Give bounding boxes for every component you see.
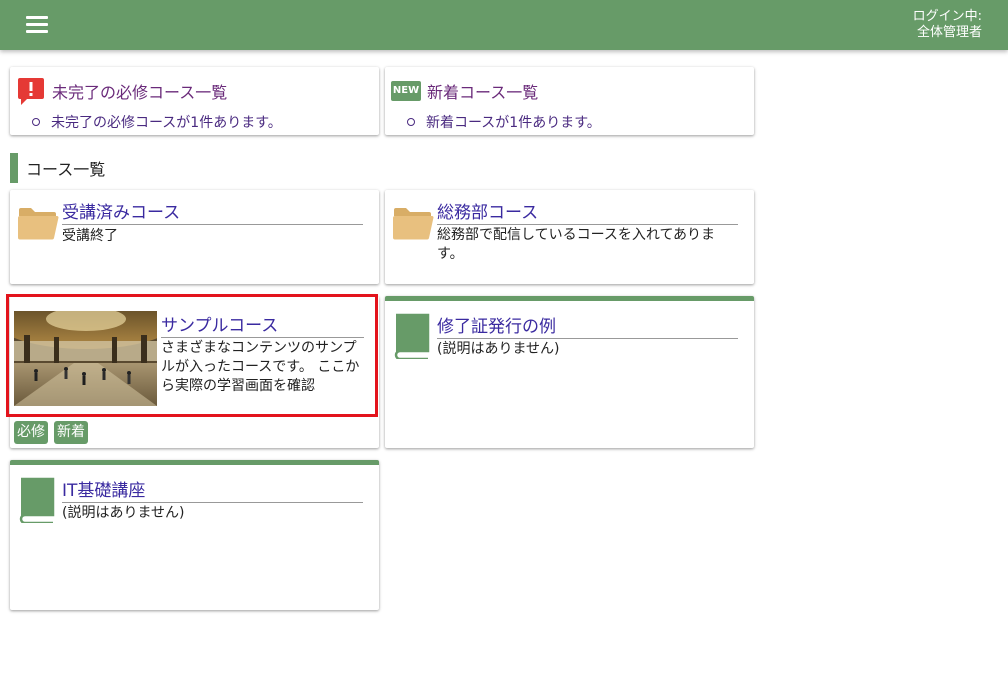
required-courses-item: 未完了の必修コースが1件あります。 xyxy=(24,112,282,132)
folder-icon xyxy=(18,208,59,240)
new-courses-item-text: 新着コースが1件あります。 xyxy=(426,115,601,131)
required-courses-item-text: 未完了の必修コースが1件あります。 xyxy=(51,115,282,131)
course-description: (説明はありません) xyxy=(62,505,185,521)
course-card-completed[interactable]: 受講済みコース 受講終了 xyxy=(10,190,379,284)
user-name: 全体管理者 xyxy=(916,25,982,40)
course-thumbnail xyxy=(14,311,157,406)
course-list-header: コース一覧 xyxy=(10,153,105,183)
course-card-certificate[interactable]: 修了証発行の例 (説明はありません) xyxy=(385,296,754,448)
login-info[interactable]: ログイン中: 全体管理者 xyxy=(913,9,982,41)
course-description: (説明はありません) xyxy=(437,341,560,357)
top-app-bar: ログイン中: 全体管理者 xyxy=(0,0,1008,50)
course-description: 受講終了 xyxy=(62,228,118,244)
course-title[interactable]: サンプルコース xyxy=(161,311,364,338)
hamburger-menu-icon[interactable] xyxy=(26,16,48,34)
course-title[interactable]: 受講済みコース xyxy=(62,198,363,225)
course-title[interactable]: 総務部コース xyxy=(437,198,738,225)
alert-icon xyxy=(18,78,44,105)
course-list-title: コース一覧 xyxy=(26,160,106,179)
new-badge-icon: NEW xyxy=(391,81,421,101)
book-icon xyxy=(394,313,430,359)
section-accent-bar xyxy=(10,153,18,183)
book-icon xyxy=(19,477,55,523)
new-badge-text: NEW xyxy=(392,85,420,96)
login-status-label: ログイン中: xyxy=(912,9,982,24)
course-title[interactable]: 修了証発行の例 xyxy=(437,312,738,339)
new-courses-title[interactable]: 新着コース一覧 xyxy=(427,79,538,103)
course-card-general-affairs[interactable]: 総務部コース 総務部で配信しているコースを入れてあります。 xyxy=(385,190,754,284)
course-description: さまざまなコンテンツのサンプルが入ったコースです。 ここから実際の学習画面を確認 xyxy=(161,340,360,394)
folder-icon xyxy=(393,208,434,240)
new-courses-item: 新着コースが1件あります。 xyxy=(399,112,601,132)
course-description: 総務部で配信しているコースを入れてあります。 xyxy=(437,227,716,262)
required-courses-notice-card: 未完了の必修コース一覧 未完了の必修コースが1件あります。 xyxy=(10,67,379,135)
course-title[interactable]: IT基礎講座 xyxy=(62,476,363,503)
bullet-icon xyxy=(407,118,415,126)
required-tag: 必修 xyxy=(14,421,48,444)
course-card-it-basics[interactable]: IT基礎講座 (説明はありません) xyxy=(10,460,379,610)
new-tag: 新着 xyxy=(54,421,88,444)
bullet-icon xyxy=(32,118,40,126)
new-courses-notice-card: NEW 新着コース一覧 新着コースが1件あります。 xyxy=(385,67,754,135)
required-courses-title[interactable]: 未完了の必修コース一覧 xyxy=(52,79,227,103)
